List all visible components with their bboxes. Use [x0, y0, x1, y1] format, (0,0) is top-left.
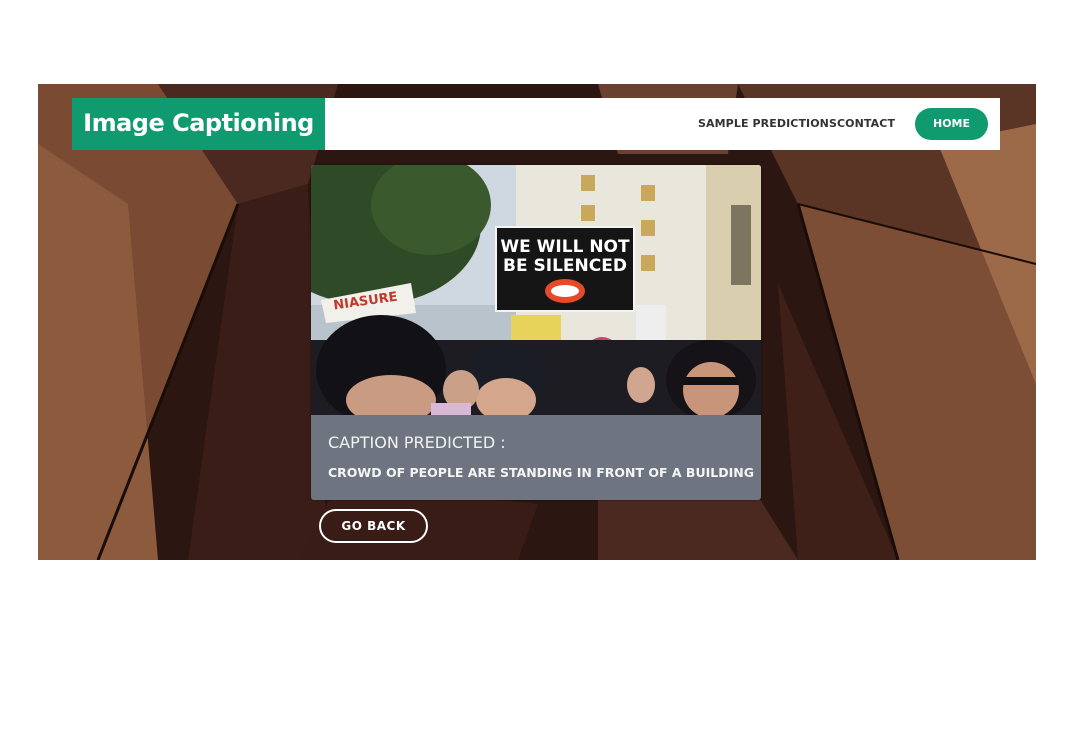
- caption-heading: CAPTION PREDICTED :: [328, 433, 506, 452]
- app-viewport: Image Captioning SAMPLE PREDICTIONS CONT…: [38, 84, 1036, 560]
- home-button[interactable]: HOME: [915, 108, 988, 140]
- predicted-caption: CROWD OF PEOPLE ARE STANDING IN FRONT OF…: [328, 465, 754, 480]
- nav-contact[interactable]: CONTACT: [837, 98, 895, 150]
- top-navbar: Image Captioning SAMPLE PREDICTIONS CONT…: [72, 98, 1000, 150]
- prediction-card: WE WILL NOT BE SILENCED NIASURE CAPTION …: [311, 165, 761, 500]
- nav-sample-predictions[interactable]: SAMPLE PREDICTIONS: [698, 98, 837, 150]
- sign-text-line1: WE WILL NOT: [500, 237, 630, 257]
- brand-logo[interactable]: Image Captioning: [72, 98, 325, 150]
- uploaded-photo: WE WILL NOT BE SILENCED NIASURE: [311, 165, 761, 415]
- sign-text-line2: BE SILENCED: [503, 256, 627, 276]
- go-back-button[interactable]: GO BACK: [319, 509, 428, 543]
